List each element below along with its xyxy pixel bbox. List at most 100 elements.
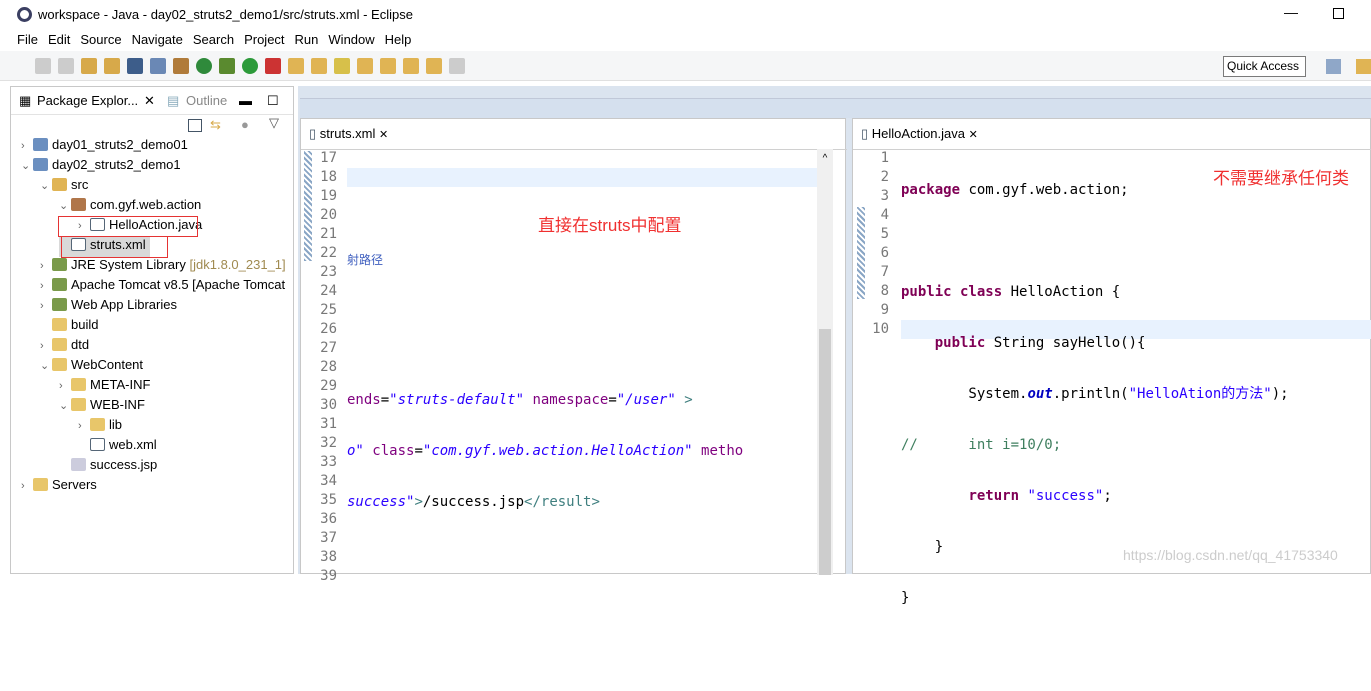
menu-file[interactable]: File xyxy=(17,30,38,47)
menu-window[interactable]: Window xyxy=(328,30,374,47)
menu-run[interactable]: Run xyxy=(295,30,319,47)
next-annotation-icon[interactable] xyxy=(357,58,373,74)
toolbar xyxy=(0,51,1371,81)
tab-package-explorer[interactable]: Package Explor... xyxy=(37,93,138,108)
minimize-button[interactable]: — xyxy=(1284,4,1298,20)
minimize-view-button[interactable]: ▬ xyxy=(239,93,252,108)
menu-navigate[interactable]: Navigate xyxy=(132,30,183,47)
line-number: 25 xyxy=(320,302,337,318)
chevron-down-icon[interactable]: ⌄ xyxy=(40,179,52,192)
back-icon[interactable] xyxy=(426,58,442,74)
line-number: 23 xyxy=(320,264,337,280)
tree-item[interactable]: ⌄ WebContent xyxy=(40,357,143,377)
chevron-right-icon[interactable]: › xyxy=(78,420,90,432)
view-menu-icon[interactable]: ▽ xyxy=(269,115,279,131)
close-tab-icon[interactable]: ✕ xyxy=(379,129,388,141)
chevron-right-icon[interactable]: › xyxy=(40,300,52,312)
quick-access-input[interactable]: Quick Access xyxy=(1223,56,1306,77)
close-tab-icon[interactable]: ✕ xyxy=(144,93,155,109)
maximize-view-button[interactable]: ☐ xyxy=(267,93,279,109)
tree-item[interactable]: › day01_struts2_demo01 xyxy=(21,137,188,157)
chevron-down-icon[interactable]: ⌄ xyxy=(59,199,71,212)
line-number: 18 xyxy=(320,169,337,185)
menu-project[interactable]: Project xyxy=(244,30,284,47)
tree-item[interactable]: web.xml xyxy=(78,437,157,457)
prev-annotation-icon[interactable] xyxy=(380,58,396,74)
task-icon[interactable] xyxy=(104,58,120,74)
chevron-down-icon[interactable]: ⌄ xyxy=(40,359,52,372)
save-all-icon[interactable] xyxy=(58,58,74,74)
tree-item[interactable]: › Web App Libraries xyxy=(40,297,177,317)
open-perspective-icon[interactable] xyxy=(1326,59,1341,74)
collapse-all-icon[interactable] xyxy=(188,119,202,132)
tree-item[interactable]: › dtd xyxy=(40,337,89,357)
tree-item[interactable]: success.jsp xyxy=(59,457,157,477)
line-number: 6 xyxy=(880,245,889,261)
line-number: 34 xyxy=(320,473,337,489)
line-number: 2 xyxy=(880,169,889,185)
last-edit-icon[interactable] xyxy=(403,58,419,74)
line-number: 17 xyxy=(320,150,337,166)
new-icon[interactable] xyxy=(12,58,28,74)
debug-icon[interactable] xyxy=(219,58,235,74)
tree-item[interactable]: build xyxy=(40,317,98,337)
menu-edit[interactable]: Edit xyxy=(48,30,70,47)
chevron-down-icon[interactable]: ⌄ xyxy=(59,399,71,412)
link-editor-icon[interactable]: ⇆ xyxy=(210,117,221,133)
tree-item[interactable]: › lib xyxy=(78,417,122,437)
tree-item[interactable]: ⌄ WEB-INF xyxy=(59,397,145,417)
open-folder-icon[interactable] xyxy=(288,58,304,74)
close-tab-icon[interactable]: ✕ xyxy=(969,129,978,141)
forward-icon[interactable] xyxy=(449,58,465,74)
chevron-right-icon[interactable]: › xyxy=(40,280,52,292)
chevron-right-icon[interactable]: › xyxy=(40,340,52,352)
tree-item-decoration: [jdk1.8.0_231_1] xyxy=(189,257,286,272)
xml-file-icon: ▯ xyxy=(309,126,317,141)
java-perspective-icon[interactable] xyxy=(1356,59,1371,74)
tab-struts-xml[interactable]: ▯ struts.xml ✕ xyxy=(301,119,406,149)
run-server-icon[interactable] xyxy=(265,58,281,74)
run-icon[interactable] xyxy=(242,58,258,74)
line-number: 26 xyxy=(320,321,337,337)
chevron-right-icon[interactable]: › xyxy=(40,260,52,272)
chevron-right-icon[interactable]: › xyxy=(21,480,33,492)
line-number: 30 xyxy=(320,397,337,413)
skip-breakpoints-icon[interactable] xyxy=(150,58,166,74)
menu-help[interactable]: Help xyxy=(385,30,412,47)
tab-helloaction-java[interactable]: ▯ HelloAction.java ✕ xyxy=(853,119,998,149)
tree-item-label: com.gyf.web.action xyxy=(90,197,202,212)
chevron-down-icon[interactable]: ⌄ xyxy=(21,159,33,172)
tree-item-label: day01_struts2_demo01 xyxy=(52,137,188,152)
chevron-right-icon[interactable]: › xyxy=(59,380,71,392)
build-icon[interactable] xyxy=(173,58,189,74)
xml-file-icon xyxy=(90,438,105,451)
line-number: 24 xyxy=(320,283,337,299)
chevron-right-icon[interactable]: › xyxy=(21,140,33,152)
project-icon xyxy=(33,158,48,171)
folder-icon xyxy=(71,398,86,411)
scroll-up-icon[interactable]: ^ xyxy=(817,153,833,164)
tree-item[interactable]: ⌄ com.gyf.web.action xyxy=(59,197,201,217)
open-type-icon[interactable] xyxy=(81,58,97,74)
save-icon[interactable] xyxy=(35,58,51,74)
line-number: 39 xyxy=(320,568,337,584)
tree-item[interactable]: ⌄ day02_struts2_demo1 xyxy=(21,157,181,177)
tree-item[interactable]: › META-INF xyxy=(59,377,150,397)
filter-icon[interactable]: ● xyxy=(241,117,249,132)
search-icon[interactable] xyxy=(334,58,350,74)
console-icon[interactable] xyxy=(127,58,143,74)
menu-search[interactable]: Search xyxy=(193,30,234,47)
vertical-scrollbar[interactable]: ^ xyxy=(817,149,833,575)
tab-outline[interactable]: Outline xyxy=(186,93,227,108)
tree-item[interactable]: › Apache Tomcat v8.5 [Apache Tomcat xyxy=(40,277,285,297)
maximize-button[interactable] xyxy=(1333,8,1344,19)
refresh-icon[interactable] xyxy=(196,58,212,74)
scrollbar-thumb[interactable] xyxy=(819,329,831,575)
tree-item[interactable]: ⌄ src xyxy=(40,177,88,197)
menu-source[interactable]: Source xyxy=(80,30,121,47)
tree-item[interactable]: › JRE System Library [jdk1.8.0_231_1] xyxy=(40,257,286,277)
open-folder2-icon[interactable] xyxy=(311,58,327,74)
watermark: https://blog.csdn.net/qq_41753340 xyxy=(1123,547,1338,563)
tree-item[interactable]: › Servers xyxy=(21,477,97,497)
annotation-left: 直接在struts中配置 xyxy=(538,216,682,235)
